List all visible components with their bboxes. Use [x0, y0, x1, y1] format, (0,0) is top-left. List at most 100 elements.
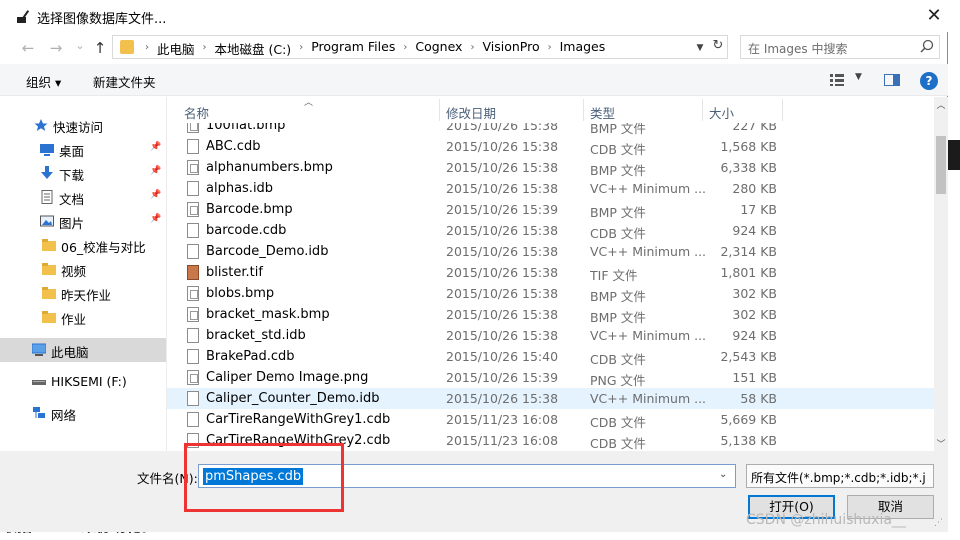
- new-folder-button[interactable]: 新建文件夹: [93, 72, 156, 91]
- search-input[interactable]: 在 Images 中搜索: [740, 35, 940, 59]
- file-row[interactable]: barcode.cdb 2015/10/26 15:38 CDB 文件 924 KB: [167, 220, 934, 241]
- file-type: VC++ Minimum ...: [590, 181, 707, 196]
- file-type-select[interactable]: 所有文件(*.bmp;*.cdb;*.idb;*.j: [746, 464, 934, 488]
- search-icon: [920, 39, 934, 53]
- breadcrumb-separator-icon[interactable]: ›: [141, 39, 153, 58]
- sidebar-item-label: 视频: [61, 264, 87, 279]
- file-row[interactable]: blister.tif 2015/10/26 15:38 TIF 文件 1,801 K…: [167, 262, 934, 283]
- file-date: 2015/10/26 15:38: [446, 286, 559, 301]
- sidebar-item[interactable]: 视频: [0, 257, 166, 281]
- file-row[interactable]: alphanumbers.bmp 2015/10/26 15:38 BMP 文件 6,…: [167, 157, 934, 178]
- file-size: 58 KB: [740, 391, 777, 406]
- sidebar-item[interactable]: HIKSEMI (F:): [0, 370, 166, 394]
- file-type: BMP 文件: [590, 163, 646, 178]
- file-name: Caliper Demo Image.png: [206, 370, 369, 385]
- view-options-icon[interactable]: [830, 74, 844, 86]
- sidebar-item-label: 文档: [59, 192, 85, 207]
- file-type: PNG 文件: [590, 373, 646, 388]
- sidebar-item[interactable]: 此电脑: [0, 338, 166, 362]
- file-date: 2015/10/26 15:39: [446, 202, 559, 217]
- breadcrumb-item[interactable]: Cognex: [411, 39, 466, 58]
- column-divider[interactable]: [702, 99, 703, 121]
- back-button[interactable]: ←: [18, 38, 38, 58]
- sidebar-item[interactable]: 图片 📌: [0, 209, 166, 233]
- file-row[interactable]: bracket_mask.bmp 2015/10/26 15:38 BMP 文件 30…: [167, 304, 934, 325]
- breadcrumb-separator-icon[interactable]: ›: [199, 39, 211, 58]
- sidebar-item-label: 快速访问: [53, 120, 104, 135]
- file-date: 2015/10/26 15:38: [446, 265, 559, 280]
- sidebar-item[interactable]: 文档 📌: [0, 185, 166, 209]
- file-row[interactable]: Barcode_Demo.idb 2015/10/26 15:38 VC++ Min…: [167, 241, 934, 262]
- file-type: BMP 文件: [590, 205, 646, 220]
- help-icon[interactable]: ?: [920, 72, 938, 90]
- sidebar-item-label: 此电脑: [51, 345, 89, 360]
- column-divider[interactable]: [439, 99, 440, 121]
- sidebar-item[interactable]: 作业: [0, 305, 166, 329]
- sidebar-item[interactable]: 快速访问: [0, 113, 166, 137]
- breadcrumb-item[interactable]: 本地磁盘 (C:): [211, 39, 296, 58]
- forward-button[interactable]: →: [46, 38, 66, 58]
- sidebar-item-label: 图片: [59, 216, 85, 231]
- view-dropdown-icon[interactable]: ▼: [855, 72, 862, 82]
- desktop-icon: [40, 142, 54, 156]
- column-header: ︿ 名称 修改日期 类型 大小: [167, 97, 934, 121]
- file-row[interactable]: Caliper Demo Image.png 2015/10/26 15:39 PN…: [167, 367, 934, 388]
- address-bar[interactable]: › 此电脑 › 本地磁盘 (C:) › Program Files › Cognex › Visi…: [112, 35, 728, 59]
- scroll-up-icon[interactable]: ︿: [934, 98, 948, 112]
- breadcrumb-item[interactable]: Program Files: [307, 39, 399, 58]
- breadcrumb-item[interactable]: Images: [556, 39, 610, 58]
- column-size[interactable]: 大小: [709, 103, 734, 122]
- file-row[interactable]: bracket_std.idb 2015/10/26 15:38 VC++ Mini…: [167, 325, 934, 346]
- file-row[interactable]: Caliper_Counter_Demo.idb 2015/10/26 15:38…: [167, 388, 934, 409]
- file-name: Barcode_Demo.idb: [206, 244, 329, 259]
- sort-ascending-icon: ︿: [304, 98, 314, 108]
- breadcrumb-separator-icon[interactable]: ›: [466, 39, 478, 58]
- chevron-down-icon[interactable]: ⌄: [719, 469, 727, 480]
- sidebar-item-label: 06_校准与对比: [61, 240, 146, 255]
- file-type: CDB 文件: [590, 226, 646, 241]
- sidebar-item[interactable]: 桌面 📌: [0, 137, 166, 161]
- file-row[interactable]: blobs.bmp 2015/10/26 15:38 BMP 文件 302 KB: [167, 283, 934, 304]
- folder-icon: [42, 286, 56, 300]
- column-type[interactable]: 类型: [590, 103, 615, 122]
- column-divider[interactable]: [583, 99, 584, 121]
- breadcrumb-separator-icon[interactable]: ›: [399, 39, 411, 58]
- breadcrumb-item[interactable]: VisionPro: [478, 39, 543, 58]
- file-size: 151 KB: [732, 370, 777, 385]
- preview-pane-icon[interactable]: [884, 74, 900, 86]
- file-date: 2015/10/26 15:38: [446, 160, 559, 175]
- resize-grip-icon[interactable]: ⋰: [934, 518, 946, 530]
- breadcrumb-item[interactable]: 此电脑: [153, 39, 199, 58]
- organize-button[interactable]: 组织 ▾: [26, 72, 61, 91]
- sidebar-item-label: 下载: [59, 168, 85, 183]
- file-icon: [187, 223, 199, 238]
- scrollbar-thumb[interactable]: [936, 136, 946, 194]
- file-row[interactable]: ABC.cdb 2015/10/26 15:38 CDB 文件 1,568 KB: [167, 136, 934, 157]
- chevron-down-icon[interactable]: ▼: [693, 39, 707, 57]
- file-row[interactable]: Barcode.bmp 2015/10/26 15:39 BMP 文件 17 KB: [167, 199, 934, 220]
- column-date[interactable]: 修改日期: [446, 103, 496, 122]
- close-button[interactable]: ✕: [922, 4, 946, 28]
- file-name: Barcode.bmp: [206, 202, 293, 217]
- refresh-button[interactable]: ↻: [711, 38, 725, 53]
- column-divider[interactable]: [782, 99, 783, 121]
- up-button[interactable]: ↑: [90, 38, 110, 58]
- file-icon: [187, 391, 199, 406]
- sidebar-item[interactable]: 下载 📌: [0, 161, 166, 185]
- file-list: 100flat.bmp 2015/10/26 15:38 BMP 文件 227 KB A…: [167, 97, 934, 451]
- file-row[interactable]: alphas.idb 2015/10/26 15:38 VC++ Minimum .…: [167, 178, 934, 199]
- scroll-down-icon[interactable]: ﹀: [934, 437, 948, 451]
- recent-locations-dropdown[interactable]: ⌄: [70, 36, 90, 56]
- file-name: blobs.bmp: [206, 286, 275, 301]
- breadcrumb-separator-icon[interactable]: ›: [544, 39, 556, 58]
- sidebar-item[interactable]: 网络: [0, 401, 166, 425]
- file-row[interactable]: CarTireRangeWithGrey1.cdb 2015/11/23 16:0…: [167, 409, 934, 430]
- breadcrumb-separator-icon[interactable]: ›: [295, 39, 307, 58]
- sidebar-item[interactable]: 06_校准与对比: [0, 233, 166, 257]
- file-row[interactable]: BrakePad.cdb 2015/10/26 15:40 CDB 文件 2,543 …: [167, 346, 934, 367]
- column-name[interactable]: 名称: [184, 103, 209, 122]
- file-date: 2015/10/26 15:40: [446, 349, 559, 364]
- file-date: 2015/10/26 15:38: [446, 391, 559, 406]
- sidebar-item-label: 桌面: [59, 144, 85, 159]
- sidebar-item[interactable]: 昨天作业: [0, 281, 166, 305]
